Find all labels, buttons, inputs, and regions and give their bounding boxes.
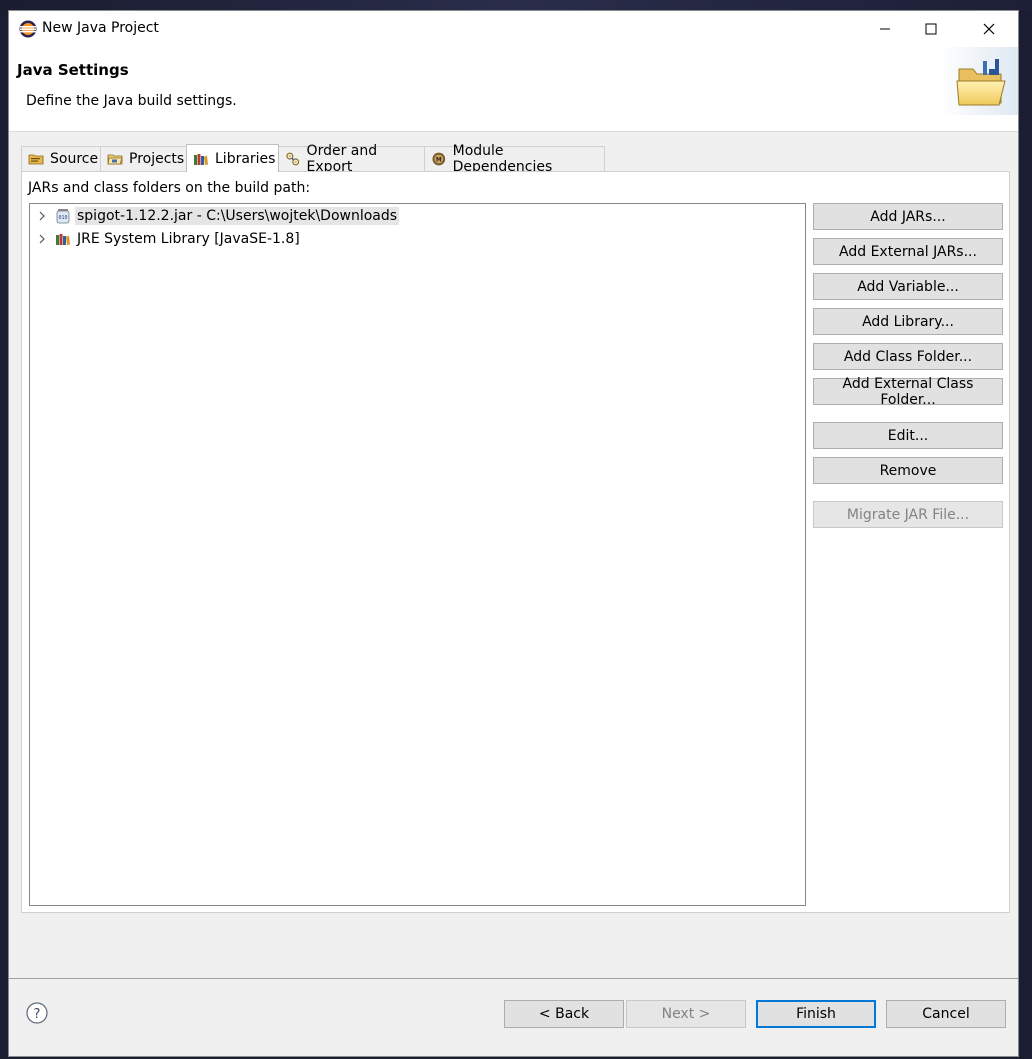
help-icon[interactable]: ? [26, 1002, 48, 1024]
add-class-folder-button[interactable]: Add Class Folder... [813, 343, 1003, 370]
finish-button[interactable]: Finish [756, 1000, 876, 1028]
tab-projects[interactable]: Projects [100, 146, 187, 171]
desktop-background [0, 0, 1032, 10]
next-button[interactable]: Next > [626, 1000, 746, 1028]
build-path-caption: JARs and class folders on the build path… [28, 180, 311, 196]
tab-projects-label: Projects [129, 151, 185, 167]
library-icon [56, 234, 70, 245]
minimize-icon [880, 28, 890, 30]
libraries-icon [194, 153, 208, 165]
remove-button[interactable]: Remove [813, 457, 1003, 484]
build-path-tree[interactable]: 010 spigot-1.12.2.jar - C:\Users\wojtek\… [29, 203, 806, 906]
add-jars-button[interactable]: Add JARs... [813, 203, 1003, 230]
tab-order-and-export[interactable]: Order and Export [278, 143, 425, 175]
back-button[interactable]: < Back [504, 1000, 624, 1028]
add-external-class-folder-button[interactable]: Add External Class Folder... [813, 376, 1003, 408]
maximize-button[interactable] [908, 11, 954, 47]
window-title: New Java Project [42, 20, 159, 36]
tab-module-dependencies[interactable]: M Module Dependencies [424, 143, 605, 175]
tab-libraries[interactable]: Libraries [186, 144, 279, 172]
expand-chevron-icon[interactable] [35, 232, 49, 246]
tree-item[interactable]: 010 spigot-1.12.2.jar - C:\Users\wojtek\… [30, 205, 400, 227]
svg-text:?: ? [34, 1007, 41, 1022]
minimize-button[interactable] [862, 11, 908, 47]
migrate-jar-button[interactable]: Migrate JAR File... [813, 501, 1003, 528]
tab-source-label: Source [50, 151, 99, 167]
tab-source[interactable]: Source [21, 146, 101, 171]
page-description: Define the Java build settings. [26, 93, 237, 109]
tree-item[interactable]: JRE System Library [JavaSE-1.8] [30, 228, 302, 250]
eclipse-icon [19, 20, 37, 38]
svg-text:M: M [436, 157, 442, 163]
title-bar[interactable]: New Java Project [9, 11, 1018, 47]
jre-entry-label: JRE System Library [JavaSE-1.8] [77, 231, 300, 247]
close-icon [983, 23, 995, 35]
add-external-jars-button[interactable]: Add External JARs... [813, 238, 1003, 265]
tab-libraries-label: Libraries [215, 150, 276, 167]
wizard-header: Java Settings Define the Java build sett… [9, 47, 1018, 132]
projects-icon [107, 154, 123, 165]
module-icon: M [432, 152, 446, 166]
add-library-button[interactable]: Add Library... [813, 308, 1003, 335]
expand-chevron-icon[interactable] [35, 209, 49, 223]
cancel-button[interactable]: Cancel [886, 1000, 1006, 1028]
footer-separator [9, 978, 1018, 979]
jar-icon: 010 [56, 209, 70, 224]
source-folder-icon [28, 154, 44, 165]
order-export-icon [286, 152, 300, 166]
close-button[interactable] [966, 11, 1012, 47]
new-project-banner-icon [939, 47, 1018, 115]
maximize-icon [925, 23, 937, 35]
svg-text:010: 010 [58, 215, 67, 221]
add-variable-button[interactable]: Add Variable... [813, 273, 1003, 300]
libraries-panel: JARs and class folders on the build path… [21, 171, 1010, 913]
jar-entry-label: spigot-1.12.2.jar - C:\Users\wojtek\Down… [75, 207, 400, 225]
page-title: Java Settings [17, 61, 129, 79]
edit-button[interactable]: Edit... [813, 422, 1003, 449]
new-java-project-dialog: New Java Project Java Settings Define th… [8, 10, 1019, 1057]
